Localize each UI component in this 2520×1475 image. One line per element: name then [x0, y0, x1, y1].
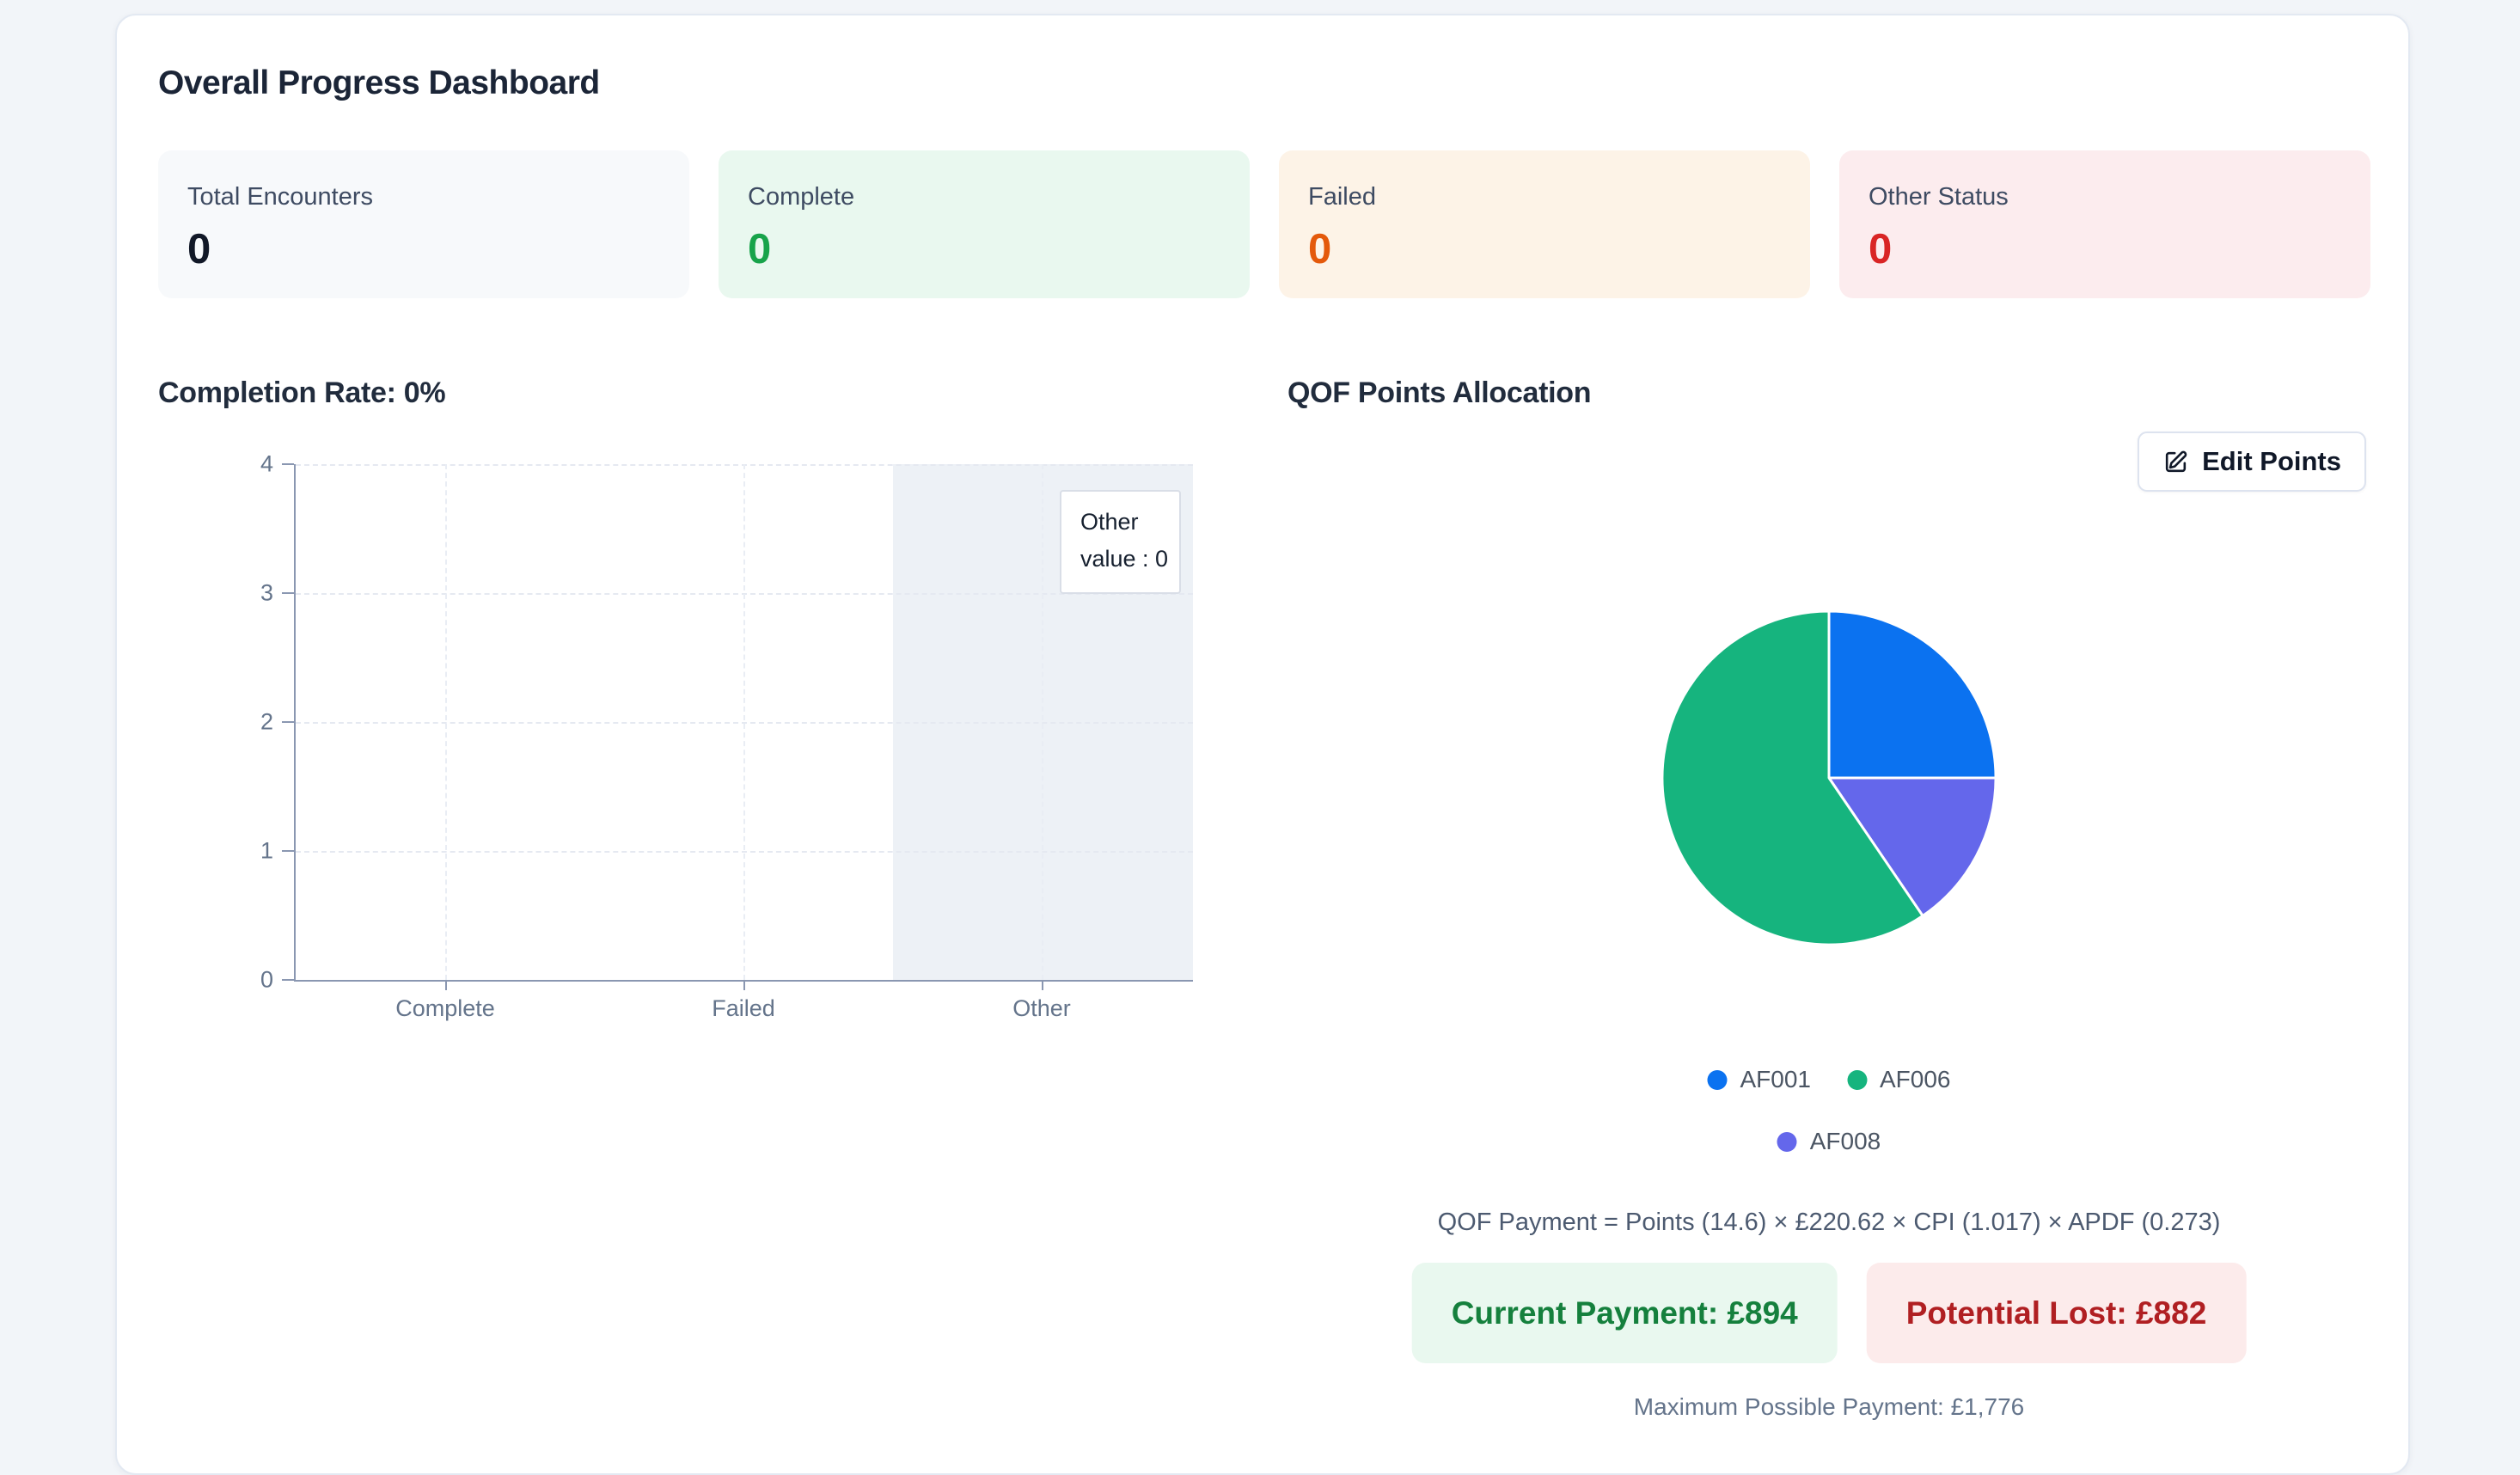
legend-row: AF008 — [1777, 1128, 1881, 1154]
y-axis-label: 2 — [260, 708, 273, 735]
gridline-v — [743, 464, 745, 980]
pie-chart-svg[interactable] — [1659, 608, 1999, 948]
stat-label: Total Encounters — [187, 183, 374, 211]
page-title: Overall Progress Dashboard — [158, 64, 600, 101]
dashboard-card: Overall Progress Dashboard Total Encount… — [115, 14, 2410, 1475]
stat-label: Failed — [1308, 183, 1376, 211]
legend-row: AF001 AF006 — [1707, 1066, 1951, 1092]
stats-row: Total Encounters 0 Complete 0 Failed 0 O… — [158, 150, 2370, 298]
potential-lost-box: Potential Lost: £882 — [1866, 1263, 2247, 1363]
stat-value: 0 — [1308, 226, 1332, 272]
chart-tooltip: Other value : 0 — [1060, 490, 1181, 594]
max-payment-text: Maximum Possible Payment: £1,776 — [1633, 1393, 2025, 1420]
y-tick — [282, 979, 294, 981]
tooltip-category: Other — [1080, 509, 1139, 535]
stat-label: Complete — [748, 183, 855, 211]
y-axis-label: 0 — [260, 966, 273, 993]
stat-card-failed: Failed 0 — [1279, 150, 1810, 298]
qof-payment-formula: QOF Payment = Points (14.6) × £220.62 × … — [1437, 1209, 2221, 1236]
legend-item-af008[interactable]: AF008 — [1777, 1128, 1881, 1154]
y-axis-label: 4 — [260, 450, 273, 477]
stat-card-total-encounters: Total Encounters 0 — [158, 150, 689, 298]
edit-points-button[interactable]: Edit Points — [2138, 431, 2366, 492]
stat-card-complete: Complete 0 — [719, 150, 1250, 298]
y-tick — [282, 850, 294, 852]
legend-label: AF001 — [1740, 1066, 1812, 1092]
x-tick — [1042, 982, 1043, 990]
edit-points-label: Edit Points — [2202, 446, 2341, 476]
pie-legend: AF001 AF006 AF008 — [1707, 1066, 1951, 1154]
x-axis-label-complete: Complete — [395, 995, 495, 1021]
stat-value: 0 — [187, 226, 211, 272]
stat-value: 0 — [748, 226, 772, 272]
completion-rate-title: Completion Rate: 0% — [158, 376, 446, 409]
legend-label: AF008 — [1809, 1128, 1881, 1154]
stat-label: Other Status — [1869, 183, 2009, 211]
stat-card-other-status: Other Status 0 — [1839, 150, 2370, 298]
completion-rate-chart[interactable]: 4 3 2 1 0 Complete Failed Other Other va… — [260, 451, 1193, 1021]
legend-dot-af006 — [1847, 1069, 1867, 1090]
payment-summary: Current Payment: £894 Potential Lost: £8… — [1411, 1263, 2247, 1363]
y-axis-label: 1 — [260, 837, 273, 864]
y-tick — [282, 721, 294, 723]
legend-dot-af008 — [1777, 1131, 1797, 1152]
stat-value: 0 — [1869, 226, 1893, 272]
x-tick — [743, 982, 745, 990]
y-tick — [282, 592, 294, 594]
y-axis-line — [294, 464, 296, 980]
legend-item-af001[interactable]: AF001 — [1707, 1066, 1812, 1092]
y-tick — [282, 463, 294, 465]
gridline-v — [1042, 464, 1043, 980]
legend-dot-af001 — [1707, 1069, 1728, 1090]
x-axis-label-failed: Failed — [712, 995, 775, 1021]
x-tick — [445, 982, 447, 990]
x-axis-label-other: Other — [1012, 995, 1071, 1021]
legend-label: AF006 — [1880, 1066, 1951, 1092]
legend-item-af006[interactable]: AF006 — [1847, 1066, 1951, 1092]
pie-slice-af001[interactable] — [1827, 609, 1997, 780]
y-axis-label: 3 — [260, 579, 273, 606]
edit-pencil-icon — [2165, 450, 2187, 472]
qof-points-title: QOF Points Allocation — [1288, 376, 1592, 409]
current-payment-box: Current Payment: £894 — [1411, 1263, 1838, 1363]
tooltip-value: value : 0 — [1080, 546, 1169, 572]
gridline-v — [445, 464, 447, 980]
